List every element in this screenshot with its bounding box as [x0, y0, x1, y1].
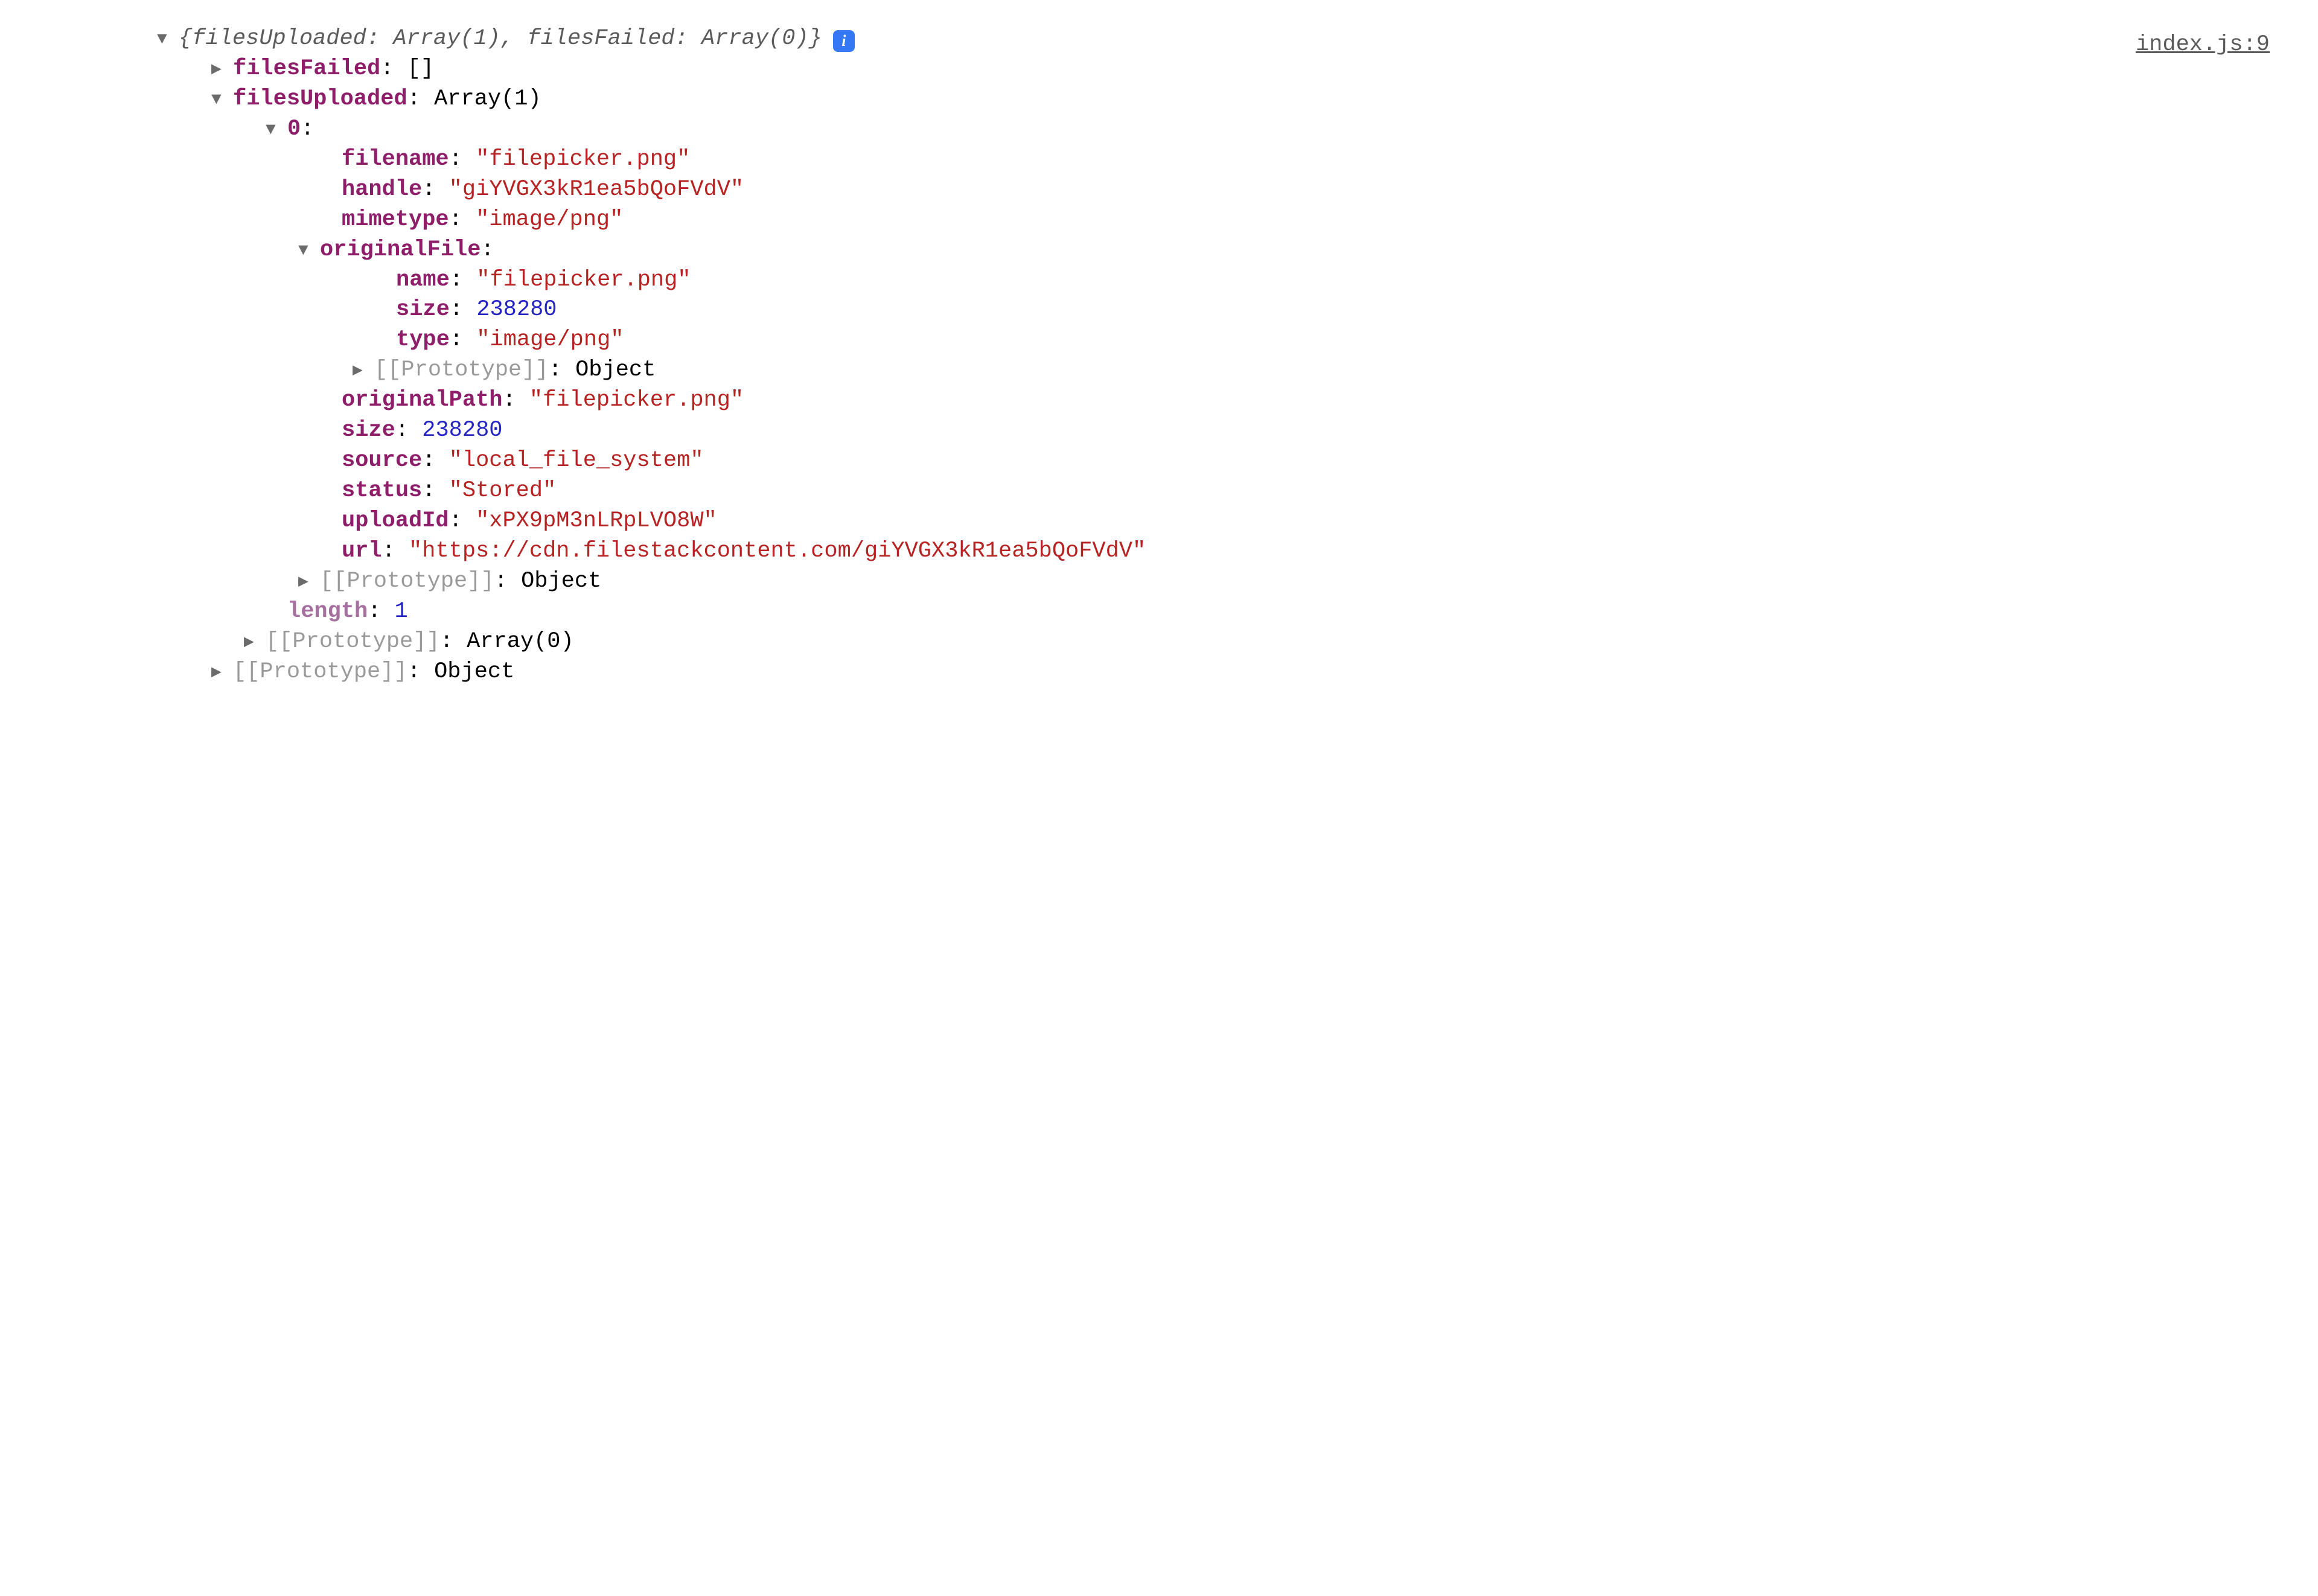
prop-value: []	[407, 56, 434, 81]
summary-val-2: Array(0)	[701, 26, 809, 51]
prop-status[interactable]: status: "Stored"	[36, 476, 2282, 506]
prop-key: filename	[342, 147, 449, 172]
prop-value: "filepicker.png"	[476, 147, 690, 172]
prop-key: filesFailed	[233, 56, 380, 81]
expand-toggle-icon[interactable]: ▼	[298, 240, 320, 263]
prop-key: originalFile	[320, 237, 481, 263]
prop-key: originalPath	[342, 388, 502, 413]
prop-key: handle	[342, 177, 422, 202]
prop-value: Array(1)	[434, 86, 541, 112]
summary-sep: ,	[500, 26, 527, 51]
prop-value: "giYVGX3kR1ea5bQoFVdV"	[449, 177, 744, 202]
prop-value: 238280	[476, 297, 557, 322]
prop-of-size[interactable]: size: 238280	[36, 295, 2282, 325]
summary-val-1: Array(1)	[393, 26, 500, 51]
prop-size[interactable]: size: 238280	[36, 416, 2282, 446]
prop-value: 1	[395, 599, 408, 624]
expand-toggle-icon[interactable]: ▶	[211, 59, 233, 81]
prop-key: type	[396, 327, 450, 353]
prop-filesfailed[interactable]: ▶ filesFailed: []	[36, 54, 2282, 85]
expand-toggle-icon[interactable]: ▼	[157, 28, 179, 51]
summary-key-2: filesFailed	[527, 26, 674, 51]
prop-source[interactable]: source: "local_file_system"	[36, 446, 2282, 476]
prop-key: filesUploaded	[233, 86, 407, 112]
prop-originalpath[interactable]: originalPath: "filepicker.png"	[36, 386, 2282, 416]
object-summary-row[interactable]: ▼ {filesUploaded: Array(1), filesFailed:…	[36, 24, 2282, 54]
prop-uploadid[interactable]: uploadId: "xPX9pM3nLRpLVO8W"	[36, 506, 2282, 537]
prop-key: [[Prototype]]	[374, 357, 549, 383]
prop-filesuploaded[interactable]: ▼ filesUploaded: Array(1)	[36, 85, 2282, 115]
prop-value: "filepicker.png"	[476, 267, 691, 293]
expand-toggle-icon[interactable]: ▶	[244, 631, 266, 654]
prop-of-name[interactable]: name: "filepicker.png"	[36, 266, 2282, 296]
prop-value: "image/png"	[476, 207, 623, 232]
expand-toggle-icon[interactable]: ▼	[211, 89, 233, 112]
prop-key: status	[342, 478, 422, 503]
prop-item0-prototype[interactable]: ▶ [[Prototype]]: Object	[36, 567, 2282, 597]
prop-of-prototype[interactable]: ▶ [[Prototype]]: Object	[36, 356, 2282, 386]
prop-key: url	[342, 538, 382, 564]
prop-value: "Stored"	[449, 478, 557, 503]
expand-toggle-icon[interactable]: ▶	[353, 360, 374, 383]
prop-value: 238280	[422, 418, 502, 443]
prop-key: size	[396, 297, 450, 322]
prop-mimetype[interactable]: mimetype: "image/png"	[36, 205, 2282, 235]
prop-key: [[Prototype]]	[266, 629, 440, 654]
array-index-0[interactable]: ▼ 0:	[36, 115, 2282, 145]
prop-key: 0	[287, 117, 301, 142]
prop-key: size	[342, 418, 395, 443]
prop-key: mimetype	[342, 207, 449, 232]
prop-key: uploadId	[342, 508, 449, 534]
expand-toggle-icon[interactable]: ▶	[298, 571, 320, 594]
prop-value: "image/png"	[476, 327, 624, 353]
prop-originalfile[interactable]: ▼ originalFile:	[36, 235, 2282, 266]
prop-handle[interactable]: handle: "giYVGX3kR1ea5bQoFVdV"	[36, 175, 2282, 205]
expand-toggle-icon[interactable]: ▶	[211, 662, 233, 685]
prop-value: "https://cdn.filestackcontent.com/giYVGX…	[409, 538, 1146, 564]
brace-close: }	[809, 26, 822, 51]
prop-array-prototype[interactable]: ▶ [[Prototype]]: Array(0)	[36, 627, 2282, 657]
source-link[interactable]: index.js:9	[2136, 30, 2270, 60]
prop-length[interactable]: length: 1	[36, 597, 2282, 627]
prop-key: source	[342, 448, 422, 473]
prop-value: Object	[575, 357, 656, 383]
prop-value: Object	[434, 659, 514, 685]
prop-key: [[Prototype]]	[233, 659, 407, 685]
prop-key: [[Prototype]]	[320, 569, 494, 594]
summary-key-1: filesUploaded	[192, 26, 366, 51]
prop-filename[interactable]: filename: "filepicker.png"	[36, 145, 2282, 175]
prop-url[interactable]: url: "https://cdn.filestackcontent.com/g…	[36, 537, 2282, 567]
brace-open: {	[179, 26, 192, 51]
prop-value: Array(0)	[467, 629, 574, 654]
prop-value: "local_file_system"	[449, 448, 704, 473]
info-icon[interactable]: i	[833, 30, 855, 52]
prop-root-prototype[interactable]: ▶ [[Prototype]]: Object	[36, 657, 2282, 688]
prop-value: Object	[521, 569, 601, 594]
expand-toggle-icon[interactable]: ▼	[266, 119, 287, 142]
prop-value: "xPX9pM3nLRpLVO8W"	[476, 508, 717, 534]
prop-key: length	[287, 599, 368, 624]
prop-value: "filepicker.png"	[529, 388, 744, 413]
prop-of-type[interactable]: type: "image/png"	[36, 325, 2282, 356]
prop-key: name	[396, 267, 450, 293]
